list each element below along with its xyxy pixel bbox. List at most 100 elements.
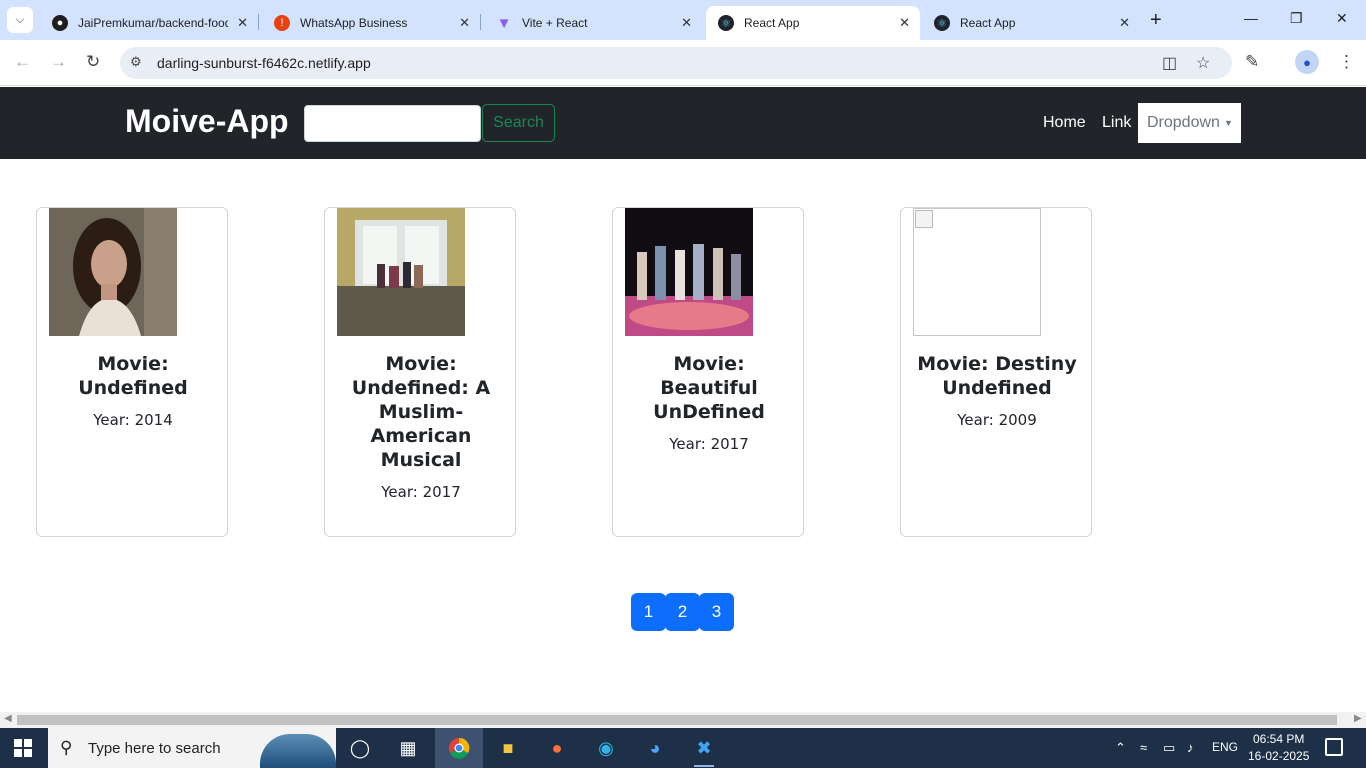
- tab-title: WhatsApp Business: [300, 16, 408, 30]
- scroll-right-icon[interactable]: ▶: [1354, 713, 1362, 724]
- whatsapp-icon: !: [274, 15, 290, 31]
- movie-title: Movie: Beautiful UnDefined Year: 2017: [623, 352, 795, 456]
- movie-title-text: Movie: Beautiful UnDefined: [653, 353, 765, 423]
- movie-title: Movie: Destiny Undefined Year: 2009: [911, 352, 1083, 432]
- movie-card[interactable]: Movie: Undefined Year: 2014: [36, 207, 228, 537]
- tab-title: Vite + React: [522, 16, 588, 30]
- movie-title: Movie: Undefined Year: 2014: [47, 352, 219, 432]
- restore-icon[interactable]: ❐: [1290, 10, 1303, 27]
- taskbar-search-placeholder: Type here to search: [88, 740, 221, 757]
- browser-tab[interactable]: ● JaiPremkumar/backend-food ✕: [40, 6, 258, 40]
- running-indicator: [694, 765, 714, 767]
- nav-home-link[interactable]: Home: [1043, 114, 1086, 132]
- battery-icon[interactable]: ▭: [1163, 740, 1175, 756]
- vite-icon: ▼: [496, 14, 512, 32]
- scroll-left-icon[interactable]: ◀: [4, 713, 12, 724]
- react-icon: ⚛: [934, 15, 950, 31]
- edge-icon[interactable]: ◉: [593, 736, 619, 760]
- minimize-icon[interactable]: —: [1244, 10, 1258, 26]
- bookmark-star-icon[interactable]: ☆: [1196, 53, 1210, 73]
- movie-card[interactable]: Movie: Destiny Undefined Year: 2009: [900, 207, 1092, 537]
- pagination: 1 2 3: [631, 593, 734, 631]
- menu-kebab-icon[interactable]: ⋮: [1338, 52, 1355, 72]
- tab-title: JaiPremkumar/backend-food: [78, 16, 228, 30]
- browser-tab[interactable]: ! WhatsApp Business ✕: [262, 6, 480, 40]
- chrome-icon[interactable]: [435, 728, 483, 768]
- close-icon[interactable]: ✕: [1119, 15, 1130, 31]
- windows-start-icon[interactable]: [14, 739, 32, 757]
- nav-link[interactable]: Link: [1102, 114, 1131, 132]
- close-window-icon[interactable]: ✕: [1336, 10, 1348, 27]
- close-icon[interactable]: ✕: [459, 15, 470, 31]
- notification-icon[interactable]: [1325, 738, 1343, 756]
- volume-icon[interactable]: ♪: [1187, 740, 1194, 755]
- movie-card[interactable]: Movie: Beautiful UnDefined Year: 2017: [612, 207, 804, 537]
- file-explorer-icon[interactable]: ■: [495, 736, 521, 760]
- movie-title: Movie: Undefined: A Muslim-American Musi…: [335, 352, 507, 504]
- tab-title: React App: [744, 16, 800, 30]
- scrollbar-thumb[interactable]: [17, 715, 1337, 725]
- app-navbar: Moive-App Search Home Link Dropdown ▼: [0, 87, 1366, 159]
- task-view-icon[interactable]: ▦: [395, 736, 421, 760]
- movie-poster: [625, 208, 753, 336]
- movie-title-text: Movie: Destiny Undefined: [917, 353, 1077, 399]
- back-icon[interactable]: ←: [14, 52, 31, 72]
- taskbar-search-box[interactable]: ⚲ Type here to search: [48, 728, 336, 768]
- broken-image-icon: [913, 208, 1041, 336]
- tab-divider: [258, 14, 259, 30]
- site-info-icon[interactable]: ⚙: [130, 54, 142, 70]
- new-tab-icon[interactable]: +: [1150, 9, 1162, 32]
- dropdown-toggle[interactable]: Dropdown ▼: [1138, 103, 1241, 143]
- system-clock[interactable]: 06:54 PM 16-02-2025: [1248, 731, 1309, 765]
- movie-title-text: Movie: Undefined: [78, 353, 188, 399]
- page-button-2[interactable]: 2: [665, 593, 700, 631]
- close-icon[interactable]: ✕: [237, 15, 248, 31]
- address-bar[interactable]: ⚙ darling-sunburst-f6462c.netlify.app ◫ …: [120, 47, 1232, 79]
- browser-tab-strip: ⌵ ● JaiPremkumar/backend-food ✕ ! WhatsA…: [0, 0, 1366, 40]
- show-hidden-icons-icon[interactable]: ⌃: [1115, 740, 1126, 756]
- movie-year: Year: 2009: [957, 411, 1037, 429]
- movie-year: Year: 2017: [381, 483, 461, 501]
- movie-card[interactable]: Movie: Undefined: A Muslim-American Musi…: [324, 207, 516, 537]
- page-button-3[interactable]: 3: [699, 593, 734, 631]
- profile-avatar-icon[interactable]: ●: [1295, 50, 1319, 74]
- caret-down-icon: ▼: [1223, 118, 1233, 128]
- movie-poster: [49, 208, 177, 336]
- clock-time: 06:54 PM: [1253, 732, 1305, 746]
- tab-divider: [480, 14, 481, 30]
- browser-tab[interactable]: ▼ Vite + React ✕: [484, 6, 702, 40]
- brand-title[interactable]: Moive-App: [125, 103, 289, 140]
- tab-title: React App: [960, 16, 1016, 30]
- forward-icon[interactable]: →: [50, 52, 67, 72]
- tab-search-icon[interactable]: ⌵: [7, 7, 33, 33]
- page-button-1[interactable]: 1: [631, 593, 666, 631]
- movie-poster: [337, 208, 465, 336]
- firefox-icon[interactable]: ●: [544, 736, 570, 760]
- dropdown-label: Dropdown: [1147, 114, 1220, 131]
- reload-icon[interactable]: ↻: [86, 52, 100, 72]
- browser-toolbar: ← → ↻ ⚙ darling-sunburst-f6462c.netlify.…: [0, 40, 1366, 86]
- search-highlight-image: [260, 734, 336, 768]
- react-icon: ⚛: [718, 15, 734, 31]
- browser-tab-active[interactable]: ⚛ React App ✕: [706, 6, 920, 40]
- install-app-icon[interactable]: ◫: [1162, 53, 1177, 73]
- wifi-icon[interactable]: ≈: [1140, 740, 1147, 755]
- extensions-icon[interactable]: ✎: [1245, 52, 1259, 72]
- cortana-icon[interactable]: ◯: [347, 736, 373, 760]
- browser-tab[interactable]: ⚛ React App ✕: [922, 6, 1140, 40]
- search-icon: ⚲: [60, 738, 73, 757]
- app-icon[interactable]: ◕: [642, 736, 668, 760]
- movie-title-text: Movie: Undefined: A Muslim-American Musi…: [351, 353, 491, 471]
- search-button[interactable]: Search: [482, 104, 555, 142]
- close-icon[interactable]: ✕: [899, 15, 910, 31]
- horizontal-scrollbar[interactable]: ◀ ▶: [0, 712, 1366, 728]
- language-indicator[interactable]: ENG: [1212, 740, 1238, 754]
- vscode-icon[interactable]: ✖: [691, 736, 717, 767]
- close-icon[interactable]: ✕: [681, 15, 692, 31]
- broken-image-placeholder: [915, 210, 933, 228]
- movie-year: Year: 2017: [669, 435, 749, 453]
- url-text[interactable]: darling-sunburst-f6462c.netlify.app: [157, 55, 371, 71]
- search-input[interactable]: [304, 105, 481, 142]
- windows-taskbar: ⚲ Type here to search ◯ ▦ ■ ● ◉ ◕ ✖ ⌃ ≈ …: [0, 728, 1366, 768]
- movie-year: Year: 2014: [93, 411, 173, 429]
